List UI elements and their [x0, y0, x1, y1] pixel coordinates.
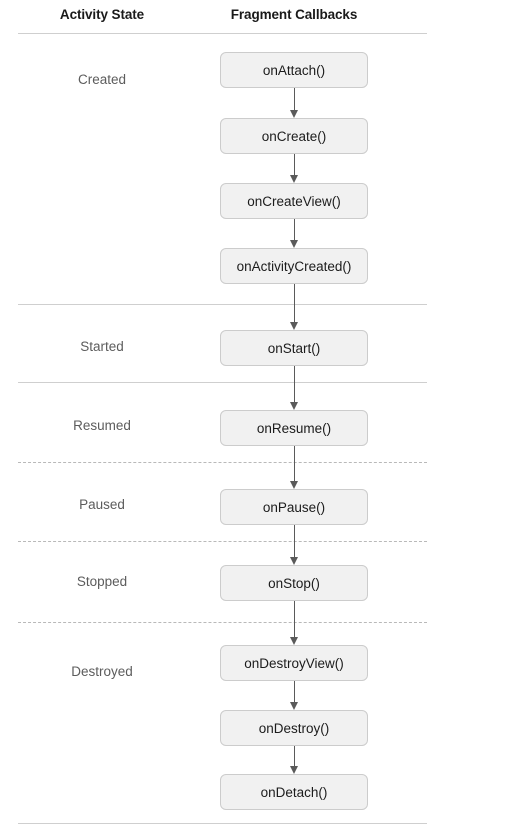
arrow-onresume-to-onpause	[290, 446, 299, 489]
arrow-head-icon	[290, 240, 298, 248]
activity-state-created: Created	[77, 72, 127, 87]
arrow-head-icon	[290, 702, 298, 710]
activity-state-paused: Paused	[79, 497, 125, 512]
callback-box-ondestroy[interactable]: onDestroy()	[220, 710, 368, 746]
arrow-head-icon	[290, 402, 298, 410]
arrow-shaft	[294, 284, 295, 323]
callback-box-ondestroyview[interactable]: onDestroyView()	[220, 645, 368, 681]
callback-box-onresume[interactable]: onResume()	[220, 410, 368, 446]
callback-box-onstop[interactable]: onStop()	[220, 565, 368, 601]
arrow-onstop-to-ondestroyview	[290, 601, 299, 645]
arrow-head-icon	[290, 481, 298, 489]
header-rule	[18, 33, 427, 34]
arrow-oncreateview-to-onactivitycreated	[290, 219, 299, 248]
callback-box-oncreateview[interactable]: onCreateView()	[220, 183, 368, 219]
arrow-head-icon	[290, 175, 298, 183]
callback-box-onattach[interactable]: onAttach()	[220, 52, 368, 88]
arrow-onactivitycreated-to-onstart	[290, 284, 299, 330]
arrow-head-icon	[290, 110, 298, 118]
arrow-shaft	[294, 366, 295, 403]
arrow-ondestroy-to-ondetach	[290, 746, 299, 774]
activity-state-destroyed: Destroyed	[71, 664, 133, 679]
fragment-lifecycle-diagram: Activity State Fragment Callbacks Create…	[0, 0, 522, 833]
arrow-onpause-to-onstop	[290, 525, 299, 565]
column-header-activity-state: Activity State	[59, 7, 145, 22]
started-resumed-rule	[18, 382, 427, 383]
callback-box-onpause[interactable]: onPause()	[220, 489, 368, 525]
callback-box-onactivitycreated[interactable]: onActivityCreated()	[220, 248, 368, 284]
arrow-ondestroyview-to-ondestroy	[290, 681, 299, 710]
arrow-head-icon	[290, 766, 298, 774]
activity-state-stopped: Stopped	[76, 574, 128, 589]
arrow-oncreate-to-oncreateview	[290, 154, 299, 183]
arrow-head-icon	[290, 322, 298, 330]
arrow-head-icon	[290, 557, 298, 565]
callback-box-onstart[interactable]: onStart()	[220, 330, 368, 366]
arrow-shaft	[294, 746, 295, 767]
arrow-head-icon	[290, 637, 298, 645]
arrow-shaft	[294, 88, 295, 111]
arrow-shaft	[294, 446, 295, 482]
arrow-onstart-to-onresume	[290, 366, 299, 410]
paused-stopped-rule	[18, 541, 427, 542]
created-started-rule	[18, 304, 427, 305]
activity-state-resumed: Resumed	[73, 418, 131, 433]
arrow-onattach-to-oncreate	[290, 88, 299, 118]
callback-box-oncreate[interactable]: onCreate()	[220, 118, 368, 154]
bottom-rule	[18, 823, 427, 824]
resumed-paused-rule	[18, 462, 427, 463]
arrow-shaft	[294, 601, 295, 638]
arrow-shaft	[294, 681, 295, 703]
arrow-shaft	[294, 525, 295, 558]
stopped-destroyed-rule	[18, 622, 427, 623]
activity-state-started: Started	[80, 339, 124, 354]
callback-box-ondetach[interactable]: onDetach()	[220, 774, 368, 810]
arrow-shaft	[294, 154, 295, 176]
arrow-shaft	[294, 219, 295, 241]
column-header-fragment-callbacks: Fragment Callbacks	[230, 7, 358, 22]
